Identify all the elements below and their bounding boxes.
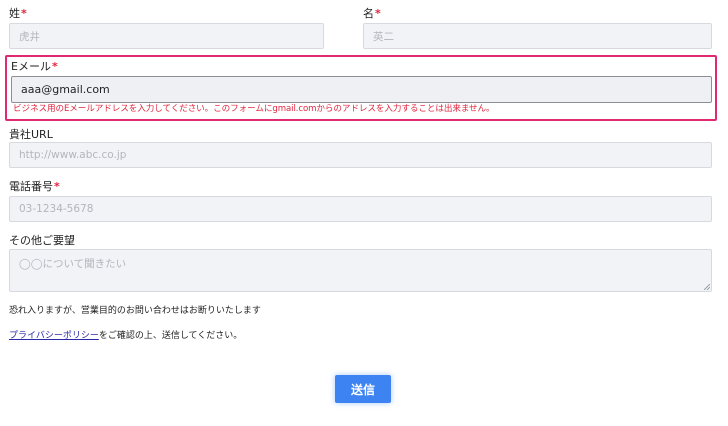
required-mark: * <box>375 7 381 20</box>
company-url-label: 貴社URL <box>9 128 53 142</box>
first-name-label-text: 名 <box>363 7 374 20</box>
company-url-placeholder: http://www.abc.co.jp <box>19 149 127 161</box>
email-label-text: Eメール <box>11 60 51 73</box>
other-requests-textarea[interactable]: ◯◯について聞きたい <box>9 249 712 292</box>
email-label: Eメール* <box>11 60 58 74</box>
last-name-label-text: 姓 <box>9 7 20 20</box>
privacy-notice: プライバシーポリシーをご確認の上、送信してください。 <box>9 330 242 342</box>
first-name-input[interactable]: 英二 <box>363 23 712 49</box>
sales-notice: 恐れ入りますが、営業目的のお問い合わせはお断りいたします <box>9 306 261 316</box>
submit-button[interactable]: 送信 <box>335 375 391 403</box>
email-value: aaa@gmail.com <box>21 83 110 96</box>
resize-handle-icon[interactable] <box>704 284 710 290</box>
required-mark: * <box>54 180 60 193</box>
last-name-label: 姓* <box>9 7 27 21</box>
first-name-label: 名* <box>363 7 381 21</box>
email-error-message: ビジネス用のEメールアドレスを入力してください。このフォームにgmail.com… <box>13 104 495 114</box>
company-url-input[interactable]: http://www.abc.co.jp <box>9 142 712 168</box>
last-name-input[interactable]: 虎井 <box>9 23 324 49</box>
other-requests-label: その他ご要望 <box>9 234 75 248</box>
last-name-placeholder: 虎井 <box>19 30 40 43</box>
email-input[interactable]: aaa@gmail.com <box>11 76 712 103</box>
required-mark: * <box>51 60 58 73</box>
phone-placeholder: 03-1234-5678 <box>19 203 94 215</box>
privacy-policy-link[interactable]: プライバシーポリシー <box>9 331 99 341</box>
phone-label: 電話番号* <box>9 180 60 194</box>
phone-input[interactable]: 03-1234-5678 <box>9 196 712 222</box>
phone-label-text: 電話番号 <box>9 180 53 193</box>
first-name-placeholder: 英二 <box>373 30 394 43</box>
other-requests-label-text: その他ご要望 <box>9 234 75 247</box>
required-mark: * <box>21 7 27 20</box>
privacy-notice-suffix: をご確認の上、送信してください。 <box>98 331 243 341</box>
company-url-label-text: 貴社URL <box>9 128 53 141</box>
other-requests-placeholder: ◯◯について聞きたい <box>19 258 127 270</box>
